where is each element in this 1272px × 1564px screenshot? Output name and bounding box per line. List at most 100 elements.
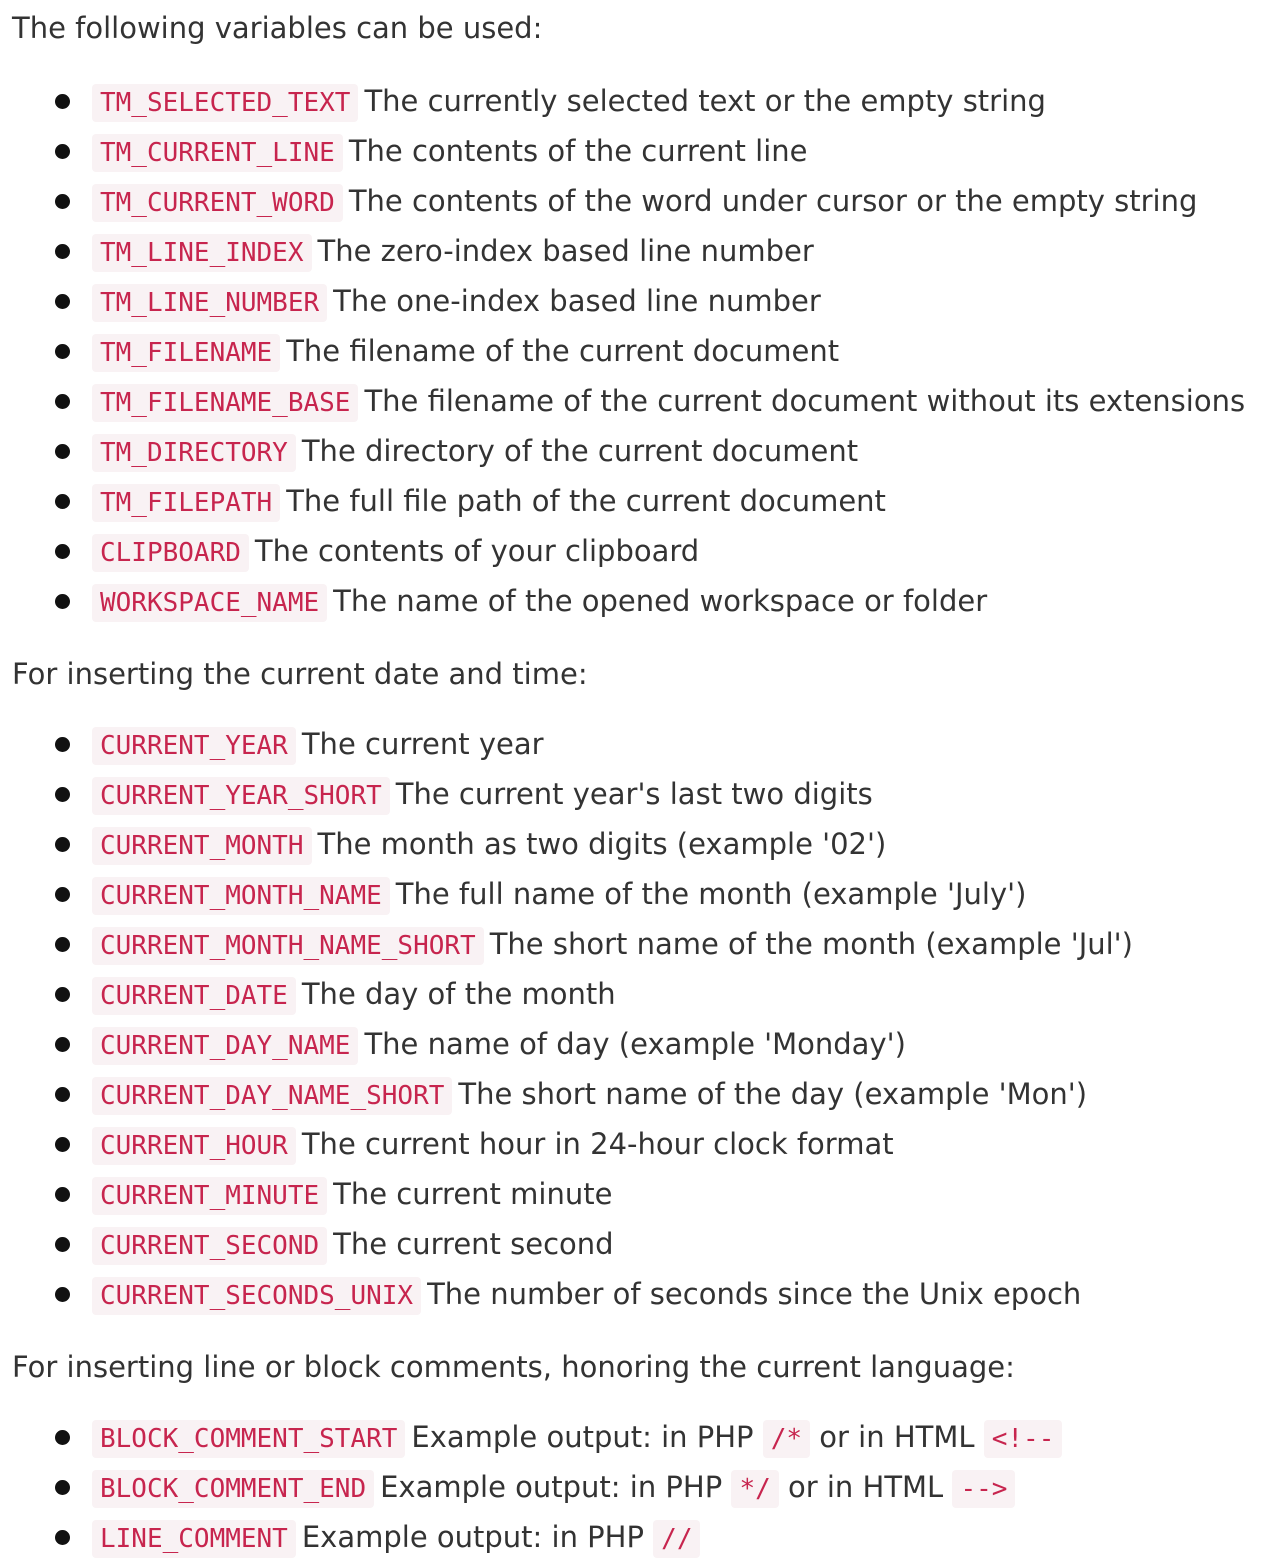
variable-code: TM_DIRECTORY bbox=[92, 434, 296, 472]
bullet-icon bbox=[55, 1187, 70, 1202]
variable-code: CURRENT_MINUTE bbox=[92, 1177, 328, 1215]
list-item: CURRENT_SECONDS_UNIX The number of second… bbox=[12, 1269, 1272, 1319]
bullet-icon bbox=[55, 987, 70, 1002]
bullet-icon bbox=[55, 1430, 70, 1445]
bullet-icon bbox=[55, 194, 70, 209]
list-item: TM_LINE_NUMBER The one-index based line n… bbox=[12, 276, 1272, 326]
variable-description: The current second bbox=[333, 1227, 614, 1261]
list-item: BLOCK_COMMENT_END Example output: in PHP … bbox=[12, 1462, 1272, 1512]
bullet-icon bbox=[55, 1137, 70, 1152]
bullet-icon bbox=[55, 344, 70, 359]
variable-code: CURRENT_SECOND bbox=[92, 1227, 328, 1265]
list-item: LINE_COMMENT Example output: in PHP // bbox=[12, 1512, 1272, 1562]
variable-description: The contents of the current line bbox=[348, 134, 808, 168]
html-example-code: --> bbox=[952, 1470, 1016, 1508]
variable-description: The short name of the day (example 'Mon'… bbox=[458, 1077, 1088, 1111]
list-item: TM_CURRENT_LINE The contents of the curre… bbox=[12, 126, 1272, 176]
variable-description: Example output: in PHP bbox=[380, 1470, 723, 1504]
bullet-icon bbox=[55, 544, 70, 559]
bullet-icon bbox=[55, 1237, 70, 1252]
variable-code: CURRENT_DATE bbox=[92, 977, 296, 1015]
list-item: TM_FILENAME The filename of the current d… bbox=[12, 326, 1272, 376]
variable-code: TM_CURRENT_LINE bbox=[92, 134, 343, 172]
variable-description: The current year's last two digits bbox=[395, 777, 873, 811]
variable-description: The current minute bbox=[333, 1177, 613, 1211]
variable-code: WORKSPACE_NAME bbox=[92, 584, 328, 622]
html-example-label: or in HTML bbox=[819, 1420, 975, 1454]
variable-description: The current year bbox=[301, 727, 544, 761]
variable-code: CLIPBOARD bbox=[92, 534, 249, 572]
variable-description: The full name of the month (example 'Jul… bbox=[395, 877, 1027, 911]
variable-code: TM_FILEPATH bbox=[92, 484, 281, 522]
variable-code: TM_SELECTED_TEXT bbox=[92, 84, 359, 122]
section-heading-comments: For inserting line or block comments, ho… bbox=[12, 1350, 1015, 1384]
variable-description: The full file path of the current docume… bbox=[286, 484, 886, 518]
variable-description: The filename of the current document wit… bbox=[364, 384, 1246, 418]
variable-code: BLOCK_COMMENT_END bbox=[92, 1470, 375, 1508]
variable-code: CURRENT_SECONDS_UNIX bbox=[92, 1277, 422, 1315]
variable-code: CURRENT_MONTH_NAME bbox=[92, 877, 390, 915]
bullet-icon bbox=[55, 294, 70, 309]
list-item: CURRENT_YEAR_SHORT The current year's las… bbox=[12, 769, 1272, 819]
list-item: CURRENT_DATE The day of the month bbox=[12, 969, 1272, 1019]
variable-code: CURRENT_HOUR bbox=[92, 1127, 296, 1165]
variable-code: BLOCK_COMMENT_START bbox=[92, 1420, 406, 1458]
bullet-icon bbox=[55, 494, 70, 509]
bullet-icon bbox=[55, 94, 70, 109]
variable-description: The contents of your clipboard bbox=[254, 534, 700, 568]
variable-code: TM_FILENAME bbox=[92, 334, 281, 372]
bullet-icon bbox=[55, 144, 70, 159]
variable-code: CURRENT_YEAR bbox=[92, 727, 296, 765]
comment-variables-list: BLOCK_COMMENT_START Example output: in PH… bbox=[12, 1412, 1272, 1562]
variable-description: Example output: in PHP bbox=[411, 1420, 754, 1454]
variable-description: Example output: in PHP bbox=[301, 1520, 644, 1554]
variables-list: TM_SELECTED_TEXT The currently selected t… bbox=[12, 76, 1272, 626]
variable-description: The short name of the month (example 'Ju… bbox=[489, 927, 1133, 961]
variable-code: LINE_COMMENT bbox=[92, 1520, 296, 1558]
variable-code: CURRENT_MONTH_NAME_SHORT bbox=[92, 927, 484, 965]
variable-code: TM_CURRENT_WORD bbox=[92, 184, 343, 222]
variable-code: CURRENT_MONTH bbox=[92, 827, 312, 865]
list-item: TM_CURRENT_WORD The contents of the word … bbox=[12, 176, 1272, 226]
php-example-code: /* bbox=[762, 1420, 811, 1458]
variable-code: CURRENT_YEAR_SHORT bbox=[92, 777, 390, 815]
list-item: CLIPBOARD The contents of your clipboard bbox=[12, 526, 1272, 576]
bullet-icon bbox=[55, 1530, 70, 1545]
variable-code: TM_LINE_NUMBER bbox=[92, 284, 328, 322]
list-item: TM_LINE_INDEX The zero-index based line n… bbox=[12, 226, 1272, 276]
section-heading-variables: The following variables can be used: bbox=[12, 11, 543, 45]
variable-description: The name of day (example 'Monday') bbox=[364, 1027, 906, 1061]
list-item: CURRENT_SECOND The current second bbox=[12, 1219, 1272, 1269]
variable-code: TM_FILENAME_BASE bbox=[92, 384, 359, 422]
list-item: CURRENT_YEAR The current year bbox=[12, 719, 1272, 769]
list-item: CURRENT_DAY_NAME The name of day (example… bbox=[12, 1019, 1272, 1069]
list-item: TM_SELECTED_TEXT The currently selected t… bbox=[12, 76, 1272, 126]
date-time-variables-list: CURRENT_YEAR The current year CURRENT_YEA… bbox=[12, 719, 1272, 1319]
variable-description: The month as two digits (example '02') bbox=[317, 827, 887, 861]
bullet-icon bbox=[55, 1037, 70, 1052]
php-example-code: // bbox=[653, 1520, 701, 1558]
variable-code: CURRENT_DAY_NAME_SHORT bbox=[92, 1077, 453, 1115]
variable-code: TM_LINE_INDEX bbox=[92, 234, 312, 272]
bullet-icon bbox=[55, 444, 70, 459]
bullet-icon bbox=[55, 787, 70, 802]
bullet-icon bbox=[55, 937, 70, 952]
list-item: TM_FILENAME_BASE The filename of the curr… bbox=[12, 376, 1272, 426]
list-item: WORKSPACE_NAME The name of the opened wor… bbox=[12, 576, 1272, 626]
list-item: CURRENT_DAY_NAME_SHORT The short name of … bbox=[12, 1069, 1272, 1119]
variable-code: CURRENT_DAY_NAME bbox=[92, 1027, 359, 1065]
list-item: TM_FILEPATH The full file path of the cur… bbox=[12, 476, 1272, 526]
bullet-icon bbox=[55, 594, 70, 609]
snippet-variables-doc: The following variables can be used: TM_… bbox=[0, 0, 1272, 1562]
variable-description: The filename of the current document bbox=[286, 334, 840, 368]
list-item: CURRENT_MONTH_NAME_SHORT The short name o… bbox=[12, 919, 1272, 969]
bullet-icon bbox=[55, 394, 70, 409]
bullet-icon bbox=[55, 737, 70, 752]
php-example-code: */ bbox=[731, 1470, 779, 1508]
list-item: BLOCK_COMMENT_START Example output: in PH… bbox=[12, 1412, 1272, 1462]
html-example-code: <!-- bbox=[983, 1420, 1063, 1458]
bullet-icon bbox=[55, 887, 70, 902]
section-heading-date-time: For inserting the current date and time: bbox=[12, 657, 588, 691]
variable-description: The one-index based line number bbox=[333, 284, 821, 318]
variable-description: The contents of the word under cursor or… bbox=[348, 184, 1198, 218]
